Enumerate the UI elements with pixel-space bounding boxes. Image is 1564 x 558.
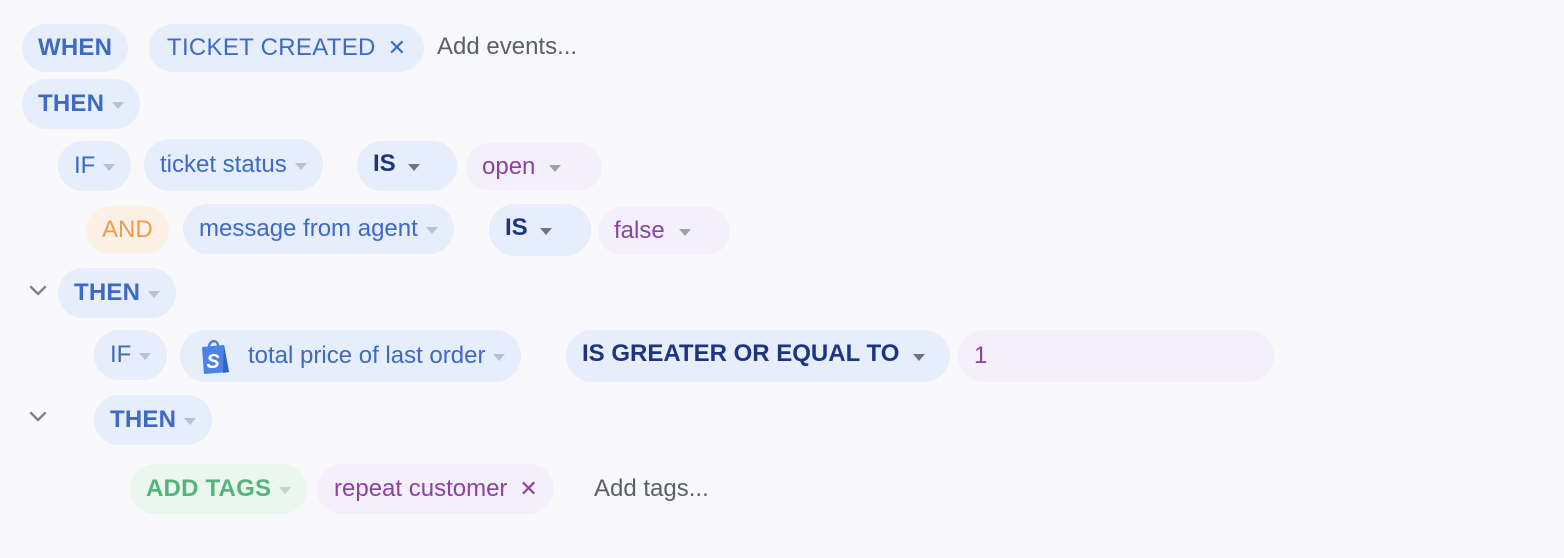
field-label: message from agent xyxy=(199,215,418,242)
field-select-message-from-agent[interactable]: message from agent xyxy=(183,204,454,254)
caret-down-icon xyxy=(184,417,197,425)
tag-label: repeat customer xyxy=(334,475,508,502)
then-label: THEN xyxy=(110,406,177,433)
field-label: ticket status xyxy=(160,151,287,178)
svg-text:S: S xyxy=(206,351,220,373)
then-label: THEN xyxy=(38,90,105,117)
caret-down-icon xyxy=(294,162,307,170)
caret-down-icon xyxy=(103,163,116,171)
value-input-price[interactable]: 1 xyxy=(958,330,1274,382)
if-label: IF xyxy=(110,341,132,368)
event-tag-label: TICKET CREATED xyxy=(167,34,376,61)
operator-select-3[interactable]: IS GREATER OR EQUAL TO xyxy=(566,330,950,382)
then-dropdown-3[interactable]: THEN xyxy=(94,395,213,445)
value-select-false[interactable]: false xyxy=(598,207,730,255)
add-events-input[interactable]: Add events... xyxy=(437,33,577,61)
field-select-total-price[interactable]: S total price of last order xyxy=(180,330,522,382)
caret-down-icon xyxy=(139,352,152,360)
caret-down-icon xyxy=(549,164,562,172)
add-tags-input[interactable]: Add tags... xyxy=(594,475,709,503)
caret-down-icon xyxy=(279,486,292,494)
chevron-down-icon[interactable] xyxy=(28,284,48,298)
caret-down-icon xyxy=(678,228,691,236)
and-label[interactable]: AND xyxy=(86,206,169,254)
value-label: 1 xyxy=(974,342,988,369)
value-select-open[interactable]: open xyxy=(466,143,602,191)
when-label: WHEN xyxy=(22,24,129,72)
close-icon[interactable]: ✕ xyxy=(388,35,406,61)
caret-down-icon xyxy=(493,353,506,361)
value-label: false xyxy=(614,217,665,244)
field-label: total price of last order xyxy=(248,342,486,369)
action-select-add-tags[interactable]: ADD TAGS xyxy=(130,464,308,514)
then-dropdown-1[interactable]: THEN xyxy=(22,79,141,129)
then-label: THEN xyxy=(74,279,141,306)
caret-down-icon xyxy=(913,353,926,361)
shopify-bag-icon: S xyxy=(202,340,229,374)
then-dropdown-2[interactable]: THEN xyxy=(58,268,177,318)
operator-select-1[interactable]: IS xyxy=(357,141,457,191)
chevron-down-icon[interactable] xyxy=(28,410,48,424)
if-label: IF xyxy=(74,152,96,179)
action-label: ADD TAGS xyxy=(146,475,272,502)
and-label-text: AND xyxy=(102,216,153,243)
field-select-ticket-status[interactable]: ticket status xyxy=(144,139,323,191)
close-icon[interactable]: ✕ xyxy=(519,476,537,502)
operator-select-2[interactable]: IS xyxy=(489,204,591,256)
operator-label: IS GREATER OR EQUAL TO xyxy=(582,340,900,367)
event-tag-ticket-created[interactable]: TICKET CREATED ✕ xyxy=(149,24,425,72)
value-label: open xyxy=(482,153,536,180)
operator-label: IS xyxy=(373,150,396,177)
caret-down-icon xyxy=(539,227,552,235)
tag-repeat-customer[interactable]: repeat customer ✕ xyxy=(317,464,554,514)
operator-label: IS xyxy=(505,214,528,241)
caret-down-icon xyxy=(148,290,161,298)
if-dropdown-1[interactable]: IF xyxy=(58,141,132,191)
when-label-text: WHEN xyxy=(38,34,113,61)
caret-down-icon xyxy=(112,101,125,109)
caret-down-icon xyxy=(407,163,420,171)
caret-down-icon xyxy=(425,226,438,234)
if-dropdown-2[interactable]: IF xyxy=(94,330,168,380)
